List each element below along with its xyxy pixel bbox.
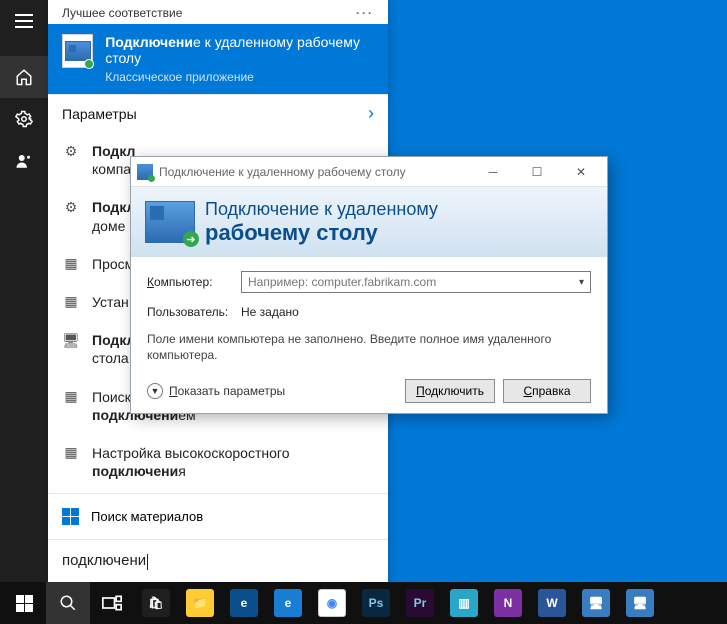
search-input[interactable]: подключени	[62, 552, 146, 569]
explorer-icon: 📁	[186, 589, 214, 617]
rdp-dialog: Подключение к удаленному рабочему столу …	[130, 156, 608, 414]
search-button[interactable]	[46, 582, 90, 624]
store-icon: 🛍	[142, 589, 170, 617]
rdp-small-icon: 🖥	[62, 331, 80, 349]
help-button[interactable]: Справка	[503, 379, 591, 403]
user-label: Пользователь:	[147, 305, 231, 319]
premiere-icon: Pr	[406, 589, 434, 617]
taskbar: 🛍 📁 ee ◉ Ps Pr ▥ NW 🖥 🖥	[0, 582, 727, 624]
more-button[interactable]: ···	[356, 6, 374, 20]
computer-label: Компьютер:	[147, 275, 231, 289]
computer-input[interactable]: Например: computer.fabrikam.com ▾	[241, 271, 591, 293]
network-icon: ▦	[62, 388, 80, 406]
home-icon	[15, 68, 33, 86]
rail-settings[interactable]	[0, 98, 48, 140]
dialog-title: Подключение к удаленному рабочему столу	[159, 165, 471, 179]
best-match-item[interactable]: Подключение к удаленному рабочему столу …	[48, 24, 388, 94]
onenote-icon: N	[494, 589, 522, 617]
taskbar-app-rdp2[interactable]: 🖥	[618, 582, 662, 624]
minimize-button[interactable]: ─	[471, 158, 515, 186]
maximize-button[interactable]: ☐	[515, 158, 559, 186]
chevron-right-icon[interactable]: ›	[368, 103, 374, 124]
best-match-header: Лучшее соответствие ···	[48, 0, 388, 24]
word-icon: W	[538, 589, 566, 617]
gear-icon	[15, 110, 33, 128]
rdp-app-icon	[62, 34, 93, 68]
network-icon: ▦	[62, 255, 80, 273]
taskview-button[interactable]	[90, 582, 134, 624]
taskbar-app-edge[interactable]: e	[222, 582, 266, 624]
rdp2-icon: 🖥	[626, 589, 654, 617]
app1-icon: ▥	[450, 589, 478, 617]
computer-placeholder: Например: computer.fabrikam.com	[248, 275, 436, 289]
result-item[interactable]: ▦ Настройка высокоскоростного подключени…	[48, 434, 388, 490]
search-icon	[59, 594, 77, 612]
best-match-title: Подключение к удаленному рабочему столу	[105, 34, 374, 66]
taskbar-app-premiere[interactable]: Pr	[398, 582, 442, 624]
parameters-label: Параметры	[62, 106, 137, 122]
search-input-row[interactable]: подключени	[48, 539, 388, 582]
rdp1-icon: 🖥	[582, 589, 610, 617]
taskbar-app-onenote[interactable]: N	[486, 582, 530, 624]
ie-icon: e	[274, 589, 302, 617]
show-options-toggle[interactable]: ▼ Показать параметры	[147, 383, 285, 399]
taskbar-app-word[interactable]: W	[530, 582, 574, 624]
dialog-titlebar[interactable]: Подключение к удаленному рабочему столу …	[131, 157, 607, 187]
dialog-body: Компьютер: Например: computer.fabrikam.c…	[131, 257, 607, 413]
windows-icon	[16, 595, 33, 612]
rdp-titlebar-icon	[137, 164, 153, 180]
taskbar-app-explorer[interactable]: 📁	[178, 582, 222, 624]
connect-button[interactable]: Подключить	[405, 379, 495, 403]
user-icon	[15, 152, 33, 170]
chrome-icon: ◉	[318, 589, 346, 617]
rail-user[interactable]	[0, 140, 48, 182]
search-web[interactable]: Поиск материалов	[48, 493, 388, 539]
network-icon: ▦	[62, 444, 80, 462]
hamburger-icon	[15, 14, 33, 28]
taskbar-app-rdp1[interactable]: 🖥	[574, 582, 618, 624]
photoshop-icon: Ps	[362, 589, 390, 617]
hint-text: Поле имени компьютера не заполнено. Введ…	[147, 331, 591, 363]
start-left-rail	[0, 0, 48, 582]
rail-home[interactable]	[0, 56, 48, 98]
hamburger-button[interactable]	[0, 0, 48, 42]
materials-label: Поиск материалов	[91, 509, 203, 524]
taskbar-app-ie[interactable]: e	[266, 582, 310, 624]
taskbar-app-photoshop[interactable]: Ps	[354, 582, 398, 624]
show-options-label: Показать параметры	[169, 384, 285, 398]
banner-title: Подключение к удаленному рабочему столу	[205, 199, 438, 245]
store-icon	[62, 508, 79, 525]
parameters-header[interactable]: Параметры ›	[48, 94, 388, 132]
dialog-banner: ➜ Подключение к удаленному рабочему стол…	[131, 187, 607, 257]
taskbar-app-app1[interactable]: ▥	[442, 582, 486, 624]
taskbar-app-store[interactable]: 🛍	[134, 582, 178, 624]
best-match-label: Лучшее соответствие	[62, 6, 182, 20]
start-button[interactable]	[2, 582, 46, 624]
user-value: Не задано	[241, 305, 299, 319]
close-button[interactable]: ✕	[559, 158, 603, 186]
taskbar-app-chrome[interactable]: ◉	[310, 582, 354, 624]
edge-icon: e	[230, 589, 258, 617]
gear-icon: ⚙	[62, 198, 80, 216]
chevron-down-icon[interactable]: ▾	[579, 277, 584, 288]
network-icon: ▦	[62, 293, 80, 311]
taskview-icon	[102, 595, 122, 611]
best-match-subtitle: Классическое приложение	[105, 70, 374, 84]
text-caret	[147, 554, 148, 570]
expand-icon: ▼	[147, 383, 163, 399]
rdp-banner-icon: ➜	[145, 201, 195, 243]
gear-icon: ⚙	[62, 142, 80, 160]
